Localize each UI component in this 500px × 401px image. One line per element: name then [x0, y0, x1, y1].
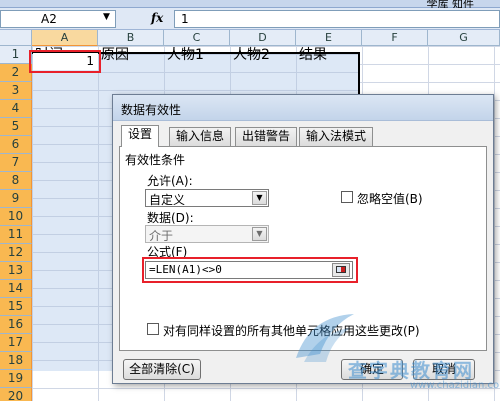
cell-c1[interactable]: 人物1: [167, 47, 204, 63]
column-headers: A B C D E F G: [32, 30, 500, 46]
chevron-down-icon[interactable]: ▼: [252, 227, 267, 241]
column-header-b[interactable]: B: [98, 30, 164, 46]
row-header[interactable]: 10: [0, 208, 32, 226]
data-select[interactable]: 介于 ▼: [145, 225, 269, 243]
row-header[interactable]: 18: [0, 352, 32, 370]
column-header-c[interactable]: C: [164, 30, 230, 46]
row-header[interactable]: 15: [0, 298, 32, 316]
row-header[interactable]: 20: [0, 388, 32, 401]
row-header[interactable]: 19: [0, 370, 32, 388]
row-header[interactable]: 5: [0, 118, 32, 136]
annotation-highlight-formula: [142, 257, 358, 283]
allow-label: 允许(A):: [147, 174, 193, 188]
tab-ime-mode[interactable]: 输入法模式: [299, 127, 374, 146]
watermark-text: 查字典教育网: [348, 360, 475, 382]
row-header[interactable]: 6: [0, 136, 32, 154]
chevron-down-icon[interactable]: ▼: [103, 12, 110, 22]
row-header[interactable]: 17: [0, 334, 32, 352]
column-header-d[interactable]: D: [230, 30, 296, 46]
allow-select[interactable]: 自定义 ▼: [145, 189, 269, 207]
apply-all-checkbox[interactable]: [147, 323, 159, 335]
row-header[interactable]: 4: [0, 100, 32, 118]
section-title: 有效性条件: [125, 153, 186, 167]
select-all-corner[interactable]: [0, 30, 32, 46]
row-header[interactable]: 3: [0, 82, 32, 100]
dialog-title: 数据有效性: [121, 103, 182, 117]
formula-bar: A2 ▼ fx 1: [0, 8, 500, 30]
watermark: 查字典教育网 www.chazidian.com: [290, 300, 500, 401]
column-header-a[interactable]: A: [32, 30, 98, 46]
allow-value: 自定义: [149, 193, 186, 207]
cell-e1[interactable]: 结果: [299, 47, 327, 63]
fx-icon[interactable]: fx: [151, 11, 163, 25]
row-header[interactable]: 13: [0, 262, 32, 280]
formula-input[interactable]: 1: [174, 10, 500, 28]
ribbon-strip: 学库 知件: [0, 0, 500, 11]
data-label: 数据(D):: [147, 211, 194, 225]
watermark-url: www.chazidian.com: [410, 380, 500, 391]
row-header[interactable]: 12: [0, 244, 32, 262]
name-box-value: A2: [41, 12, 57, 26]
ignore-blank-label: 忽略空值(B): [357, 192, 423, 206]
row-header[interactable]: 11: [0, 226, 32, 244]
column-header-g[interactable]: G: [428, 30, 500, 46]
dialog-titlebar[interactable]: 数据有效性: [113, 95, 493, 121]
row-header[interactable]: 7: [0, 154, 32, 172]
ignore-blank-checkbox[interactable]: [341, 191, 353, 203]
row-header[interactable]: 16: [0, 316, 32, 334]
row-header[interactable]: 1: [0, 46, 32, 64]
annotation-highlight-a2: [29, 50, 101, 73]
data-value: 介于: [149, 229, 174, 243]
formula-value: 1: [181, 12, 189, 26]
name-box[interactable]: A2 ▼: [0, 10, 116, 28]
row-header[interactable]: 2: [0, 64, 32, 82]
row-header[interactable]: 8: [0, 172, 32, 190]
tab-input-message[interactable]: 输入信息: [169, 127, 232, 146]
cell-b1[interactable]: 原因: [101, 47, 129, 63]
column-header-e[interactable]: E: [296, 30, 362, 46]
cell-d1[interactable]: 人物2: [233, 47, 270, 63]
row-header[interactable]: 9: [0, 190, 32, 208]
chevron-down-icon[interactable]: ▼: [252, 191, 267, 205]
row-header[interactable]: 14: [0, 280, 32, 298]
column-header-f[interactable]: F: [362, 30, 428, 46]
clear-all-button[interactable]: 全部清除(C): [123, 359, 201, 380]
tab-error-alert[interactable]: 出错警告: [235, 127, 298, 146]
tab-settings[interactable]: 设置: [121, 125, 160, 147]
